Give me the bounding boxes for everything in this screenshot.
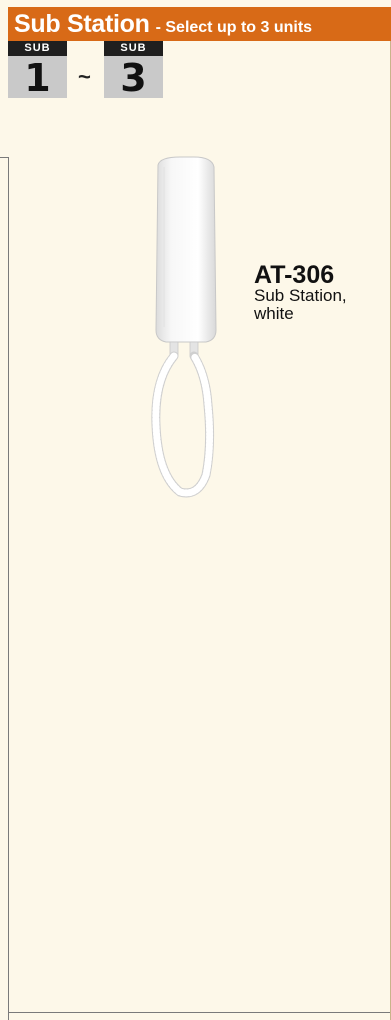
range-separator: ~: [78, 64, 91, 89]
bottom-border: [8, 1012, 391, 1013]
intercom-handset-icon: [151, 156, 217, 498]
section-header: Sub Station - Select up to 3 units: [8, 7, 391, 41]
badge-label: SUB: [104, 41, 163, 56]
min-units-badge: SUB 1: [8, 41, 67, 100]
product-description-line1: Sub Station,: [254, 286, 347, 305]
product-description-line2: white: [254, 304, 294, 323]
left-border: [8, 157, 9, 1020]
section-subtitle: - Select up to 3 units: [155, 19, 313, 36]
badge-label: SUB: [8, 41, 67, 56]
badge-max-number: 3: [104, 56, 163, 100]
product-model: AT-306: [254, 261, 335, 289]
catalog-page: Sub Station - Select up to 3 units SUB 1…: [0, 0, 391, 1020]
max-units-badge: SUB 3: [104, 41, 163, 100]
badge-min-number: 1: [8, 56, 67, 100]
section-title: Sub Station: [14, 10, 150, 38]
product-description: Sub Station, white: [254, 287, 384, 323]
